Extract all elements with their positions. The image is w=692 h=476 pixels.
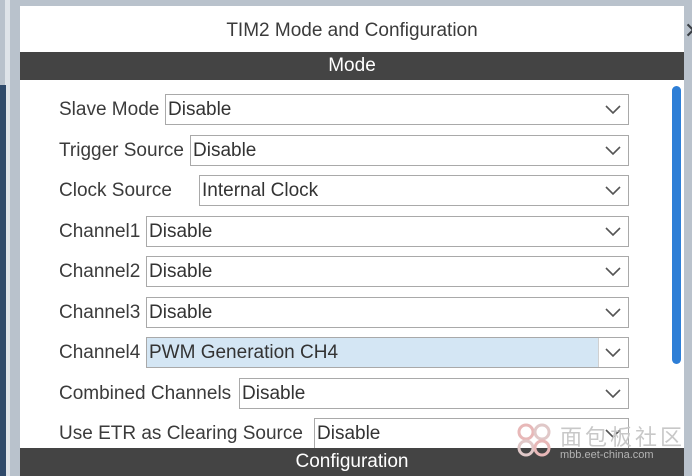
channel3-row: Channel3 Disable: [59, 297, 629, 328]
channel4-value: PWM Generation CH4: [149, 342, 339, 363]
channel2-row: Channel2 Disable: [59, 256, 629, 287]
channel1-row: Channel1 Disable: [59, 216, 629, 247]
chevron-down-icon: [605, 105, 621, 115]
chevron-down-icon: [605, 146, 621, 156]
clock-source-row: Clock Source Internal Clock: [59, 175, 629, 206]
clock-source-select[interactable]: Internal Clock: [199, 175, 629, 206]
chevron-down-icon: [605, 186, 621, 196]
scrollbar-thumb[interactable]: [672, 86, 681, 364]
combined-channels-row: Combined Channels Disable: [59, 378, 629, 409]
combined-channels-select[interactable]: Disable: [239, 378, 629, 409]
chevron-down-icon: [605, 429, 621, 439]
channel3-select[interactable]: Disable: [146, 297, 629, 328]
chevron-down-icon: [605, 267, 621, 277]
chevron-down-icon: [605, 348, 621, 358]
clock-source-label: Clock Source: [59, 180, 172, 201]
parent-window-left-edge: [0, 0, 20, 476]
channel3-value: Disable: [149, 302, 213, 323]
close-icon[interactable]: ✕: [684, 21, 692, 62]
combined-channels-label: Combined Channels: [59, 383, 232, 404]
slave-mode-select[interactable]: Disable: [165, 94, 629, 125]
chevron-down-icon: [605, 227, 621, 237]
slave-mode-label: Slave Mode: [59, 99, 160, 120]
mode-section-header[interactable]: Mode: [20, 52, 684, 80]
slave-mode-row: Slave Mode Disable: [59, 94, 629, 125]
channel4-label: Channel4: [59, 342, 141, 363]
use-etr-clearing-row: Use ETR as Clearing Source Disable: [59, 418, 629, 448]
tim2-config-panel: TIM2 Mode and Configuration Mode Slave M…: [20, 6, 684, 476]
channel1-select[interactable]: Disable: [146, 216, 629, 247]
trigger-source-select[interactable]: Disable: [190, 135, 629, 166]
channel4-row: Channel4 PWM Generation CH4: [59, 337, 629, 368]
channel2-value: Disable: [149, 261, 213, 282]
channel4-select[interactable]: PWM Generation CH4: [146, 337, 629, 368]
configuration-section-header[interactable]: Configuration: [20, 448, 684, 476]
trigger-source-label: Trigger Source: [59, 140, 184, 161]
trigger-source-value: Disable: [193, 140, 257, 161]
use-etr-clearing-value: Disable: [317, 423, 381, 444]
channel3-label: Channel3: [59, 302, 141, 323]
chevron-down-icon: [605, 308, 621, 318]
parent-window-right-edge: ✕: [684, 0, 692, 476]
clock-source-value: Internal Clock: [202, 180, 319, 201]
trigger-source-row: Trigger Source Disable: [59, 135, 629, 166]
channel2-label: Channel2: [59, 261, 141, 282]
panel-title: TIM2 Mode and Configuration: [226, 20, 478, 41]
use-etr-clearing-label: Use ETR as Clearing Source: [59, 423, 303, 444]
chevron-down-icon: [605, 389, 621, 399]
combined-channels-value: Disable: [242, 383, 306, 404]
channel2-select[interactable]: Disable: [146, 256, 629, 287]
channel1-value: Disable: [149, 221, 213, 242]
use-etr-clearing-select[interactable]: Disable: [314, 418, 629, 448]
slave-mode-value: Disable: [168, 99, 232, 120]
vertical-scrollbar[interactable]: [668, 86, 684, 448]
mode-form: Slave Mode Disable Trigger Source Disabl…: [20, 86, 664, 448]
channel1-label: Channel1: [59, 221, 141, 242]
